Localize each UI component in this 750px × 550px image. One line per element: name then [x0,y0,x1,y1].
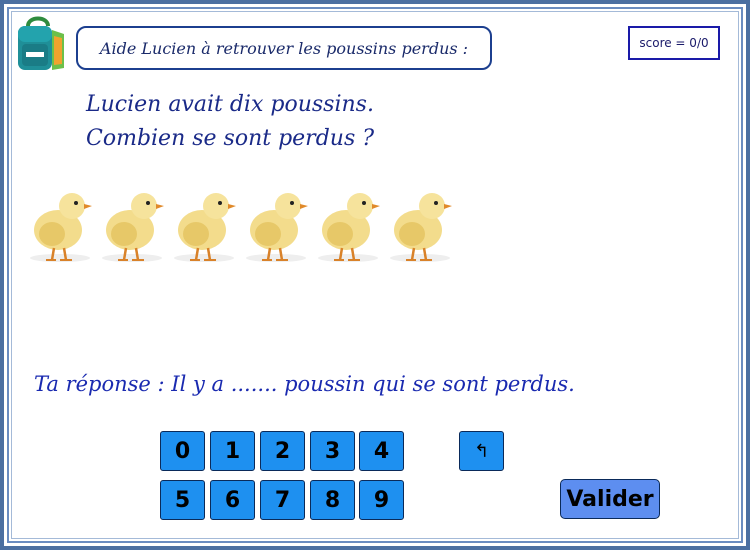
submit-button[interactable]: Valider [560,479,660,519]
digit-4-button[interactable]: 4 [359,431,404,471]
digit-5-button[interactable]: 5 [160,480,205,520]
backpack-icon [18,16,64,70]
digit-6-button[interactable]: 6 [210,480,255,520]
instruction-box: Aide Lucien à retrouver les poussins per… [76,26,492,70]
question-line-2: Combien se sont perdus ? [86,126,375,151]
chick-image[interactable] [242,180,314,268]
chicks-row [26,180,458,268]
chick-image[interactable] [386,180,458,268]
digit-7-button[interactable]: 7 [260,480,305,520]
digit-0-button[interactable]: 0 [160,431,205,471]
answer-sentence: Ta réponse : Il y a ....... poussin qui … [34,372,575,396]
chick-image[interactable] [98,180,170,268]
digit-3-button[interactable]: 3 [310,431,355,471]
score-display: score = 0/0 [628,26,720,60]
chick-image[interactable] [314,180,386,268]
chick-image[interactable] [26,180,98,268]
digit-1-button[interactable]: 1 [210,431,255,471]
digit-9-button[interactable]: 9 [359,480,404,520]
digit-2-button[interactable]: 2 [260,431,305,471]
question-line-1: Lucien avait dix poussins. [86,92,374,117]
question-text: Lucien avait dix poussins. Combien se so… [86,88,374,156]
digit-8-button[interactable]: 8 [310,480,355,520]
chick-image[interactable] [170,180,242,268]
backspace-button[interactable]: ↰ [459,431,504,471]
